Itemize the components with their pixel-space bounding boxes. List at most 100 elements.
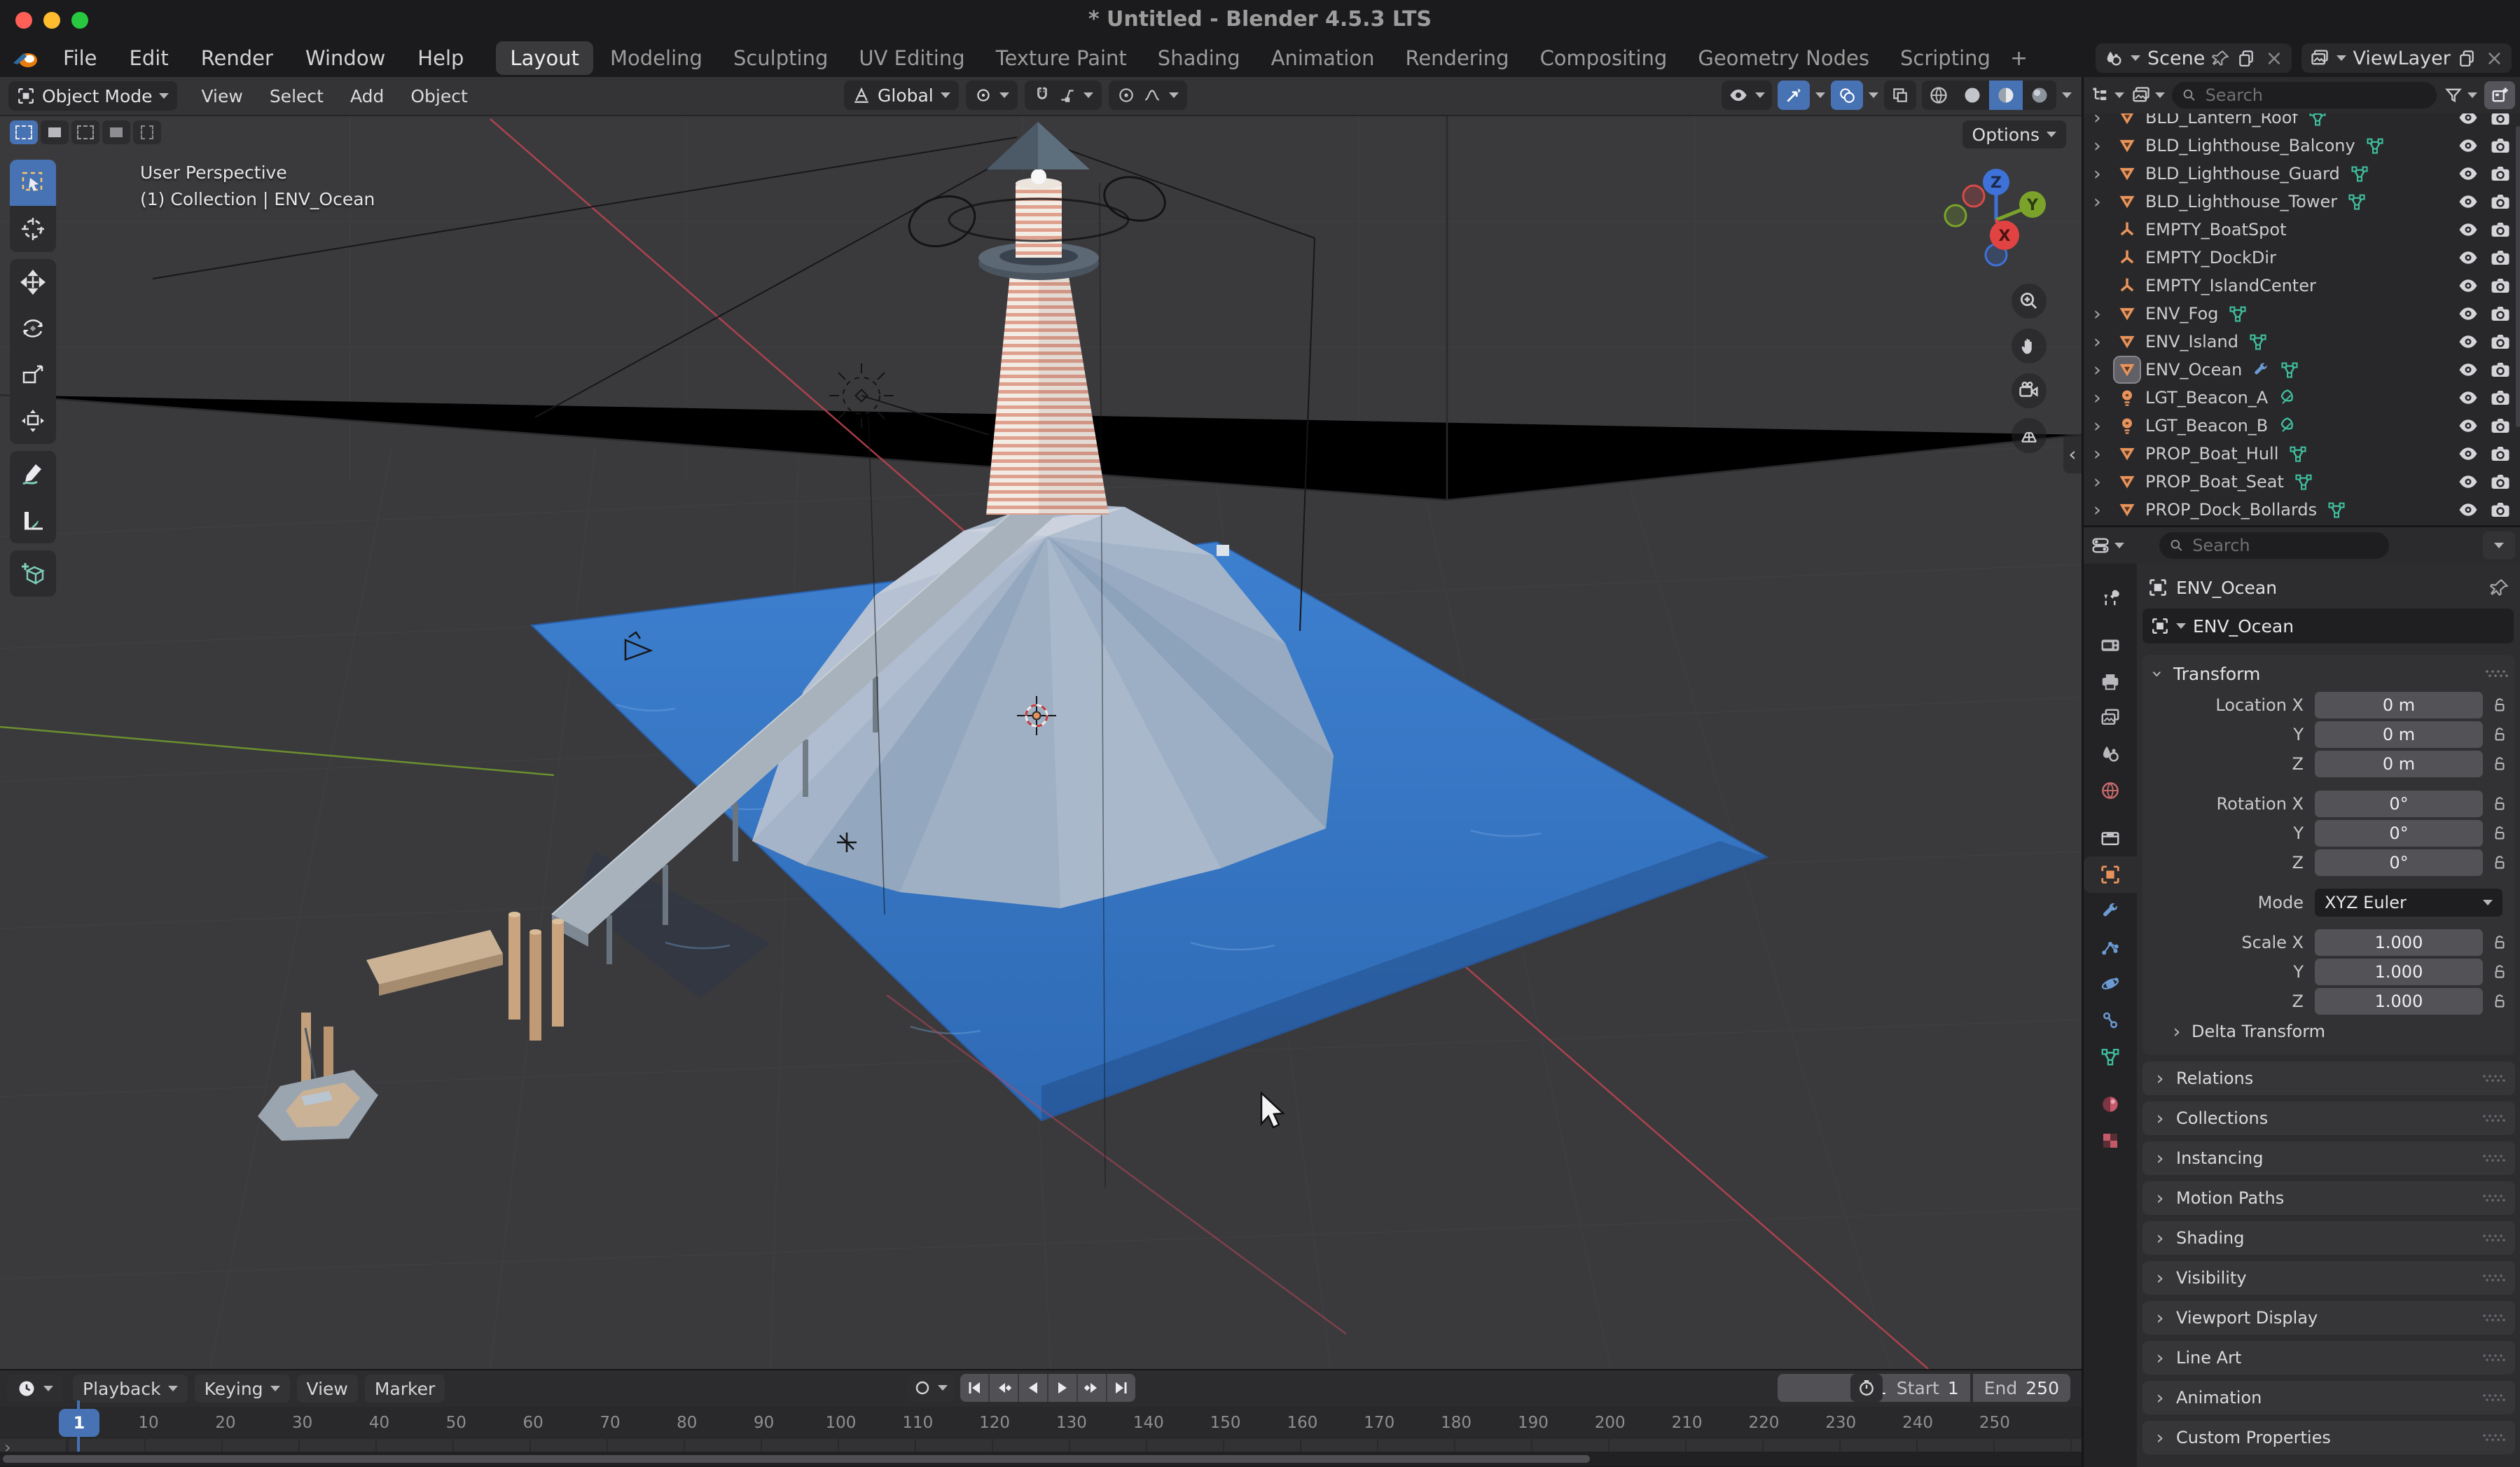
mesh-data-icon[interactable]	[2294, 472, 2313, 492]
timeline-ruler[interactable]: 1 10203040506070809010011012013014015016…	[0, 1407, 2082, 1439]
lock-icon[interactable]	[2483, 696, 2516, 714]
tool-select-box[interactable]	[10, 160, 56, 206]
workspace-tab[interactable]: Scripting	[1886, 41, 2005, 75]
object-type-icon[interactable]	[2114, 217, 2140, 242]
lock-icon[interactable]	[2483, 933, 2516, 952]
object-name[interactable]: BLD_Lighthouse_Guard	[2145, 164, 2340, 183]
value-field[interactable]: 1.000	[2315, 959, 2483, 985]
properties-panel-header[interactable]: › Visibility	[2142, 1261, 2515, 1295]
value-field[interactable]: 0°	[2315, 791, 2483, 817]
viewport-menu-item[interactable]: Select	[270, 86, 324, 106]
proportional-edit-controls[interactable]	[1109, 81, 1187, 110]
workspace-tab[interactable]: UV Editing	[845, 41, 978, 75]
tab-physics[interactable]	[2084, 966, 2137, 1002]
expand-chevron[interactable]: ›	[2093, 163, 2114, 185]
workspace-tab[interactable]: Shading	[1144, 41, 1254, 75]
jump-to-start-button[interactable]	[960, 1374, 988, 1402]
object-name[interactable]: BLD_Lighthouse_Balcony	[2145, 136, 2355, 155]
value-field[interactable]: 0 m	[2315, 721, 2483, 748]
value-field[interactable]: 0 m	[2315, 751, 2483, 777]
properties-panel-header[interactable]: › Animation	[2142, 1381, 2515, 1414]
disable-in-renders-camera-icon[interactable]	[2484, 135, 2516, 156]
start-frame-field[interactable]: Start 1	[1885, 1374, 1970, 1402]
object-type-icon[interactable]	[2114, 245, 2140, 270]
object-type-icon[interactable]	[2114, 113, 2140, 130]
hide-in-viewport-eye-icon[interactable]	[2452, 443, 2484, 464]
properties-panel-header[interactable]: › Collections	[2142, 1101, 2515, 1135]
object-name[interactable]: BLD_Lantern_Roof	[2145, 113, 2298, 127]
object-type-icon[interactable]	[2114, 385, 2140, 410]
object-name[interactable]: LGT_Beacon_A	[2145, 388, 2268, 408]
search-input[interactable]	[2204, 85, 2427, 106]
value-field[interactable]: 0°	[2315, 820, 2483, 847]
search-input[interactable]	[2191, 535, 2379, 556]
panel-grip-icon[interactable]	[2481, 1272, 2507, 1284]
tab-material[interactable]	[2084, 1086, 2137, 1122]
scene-selector[interactable]: Scene ×	[2096, 43, 2291, 73]
light-data-icon[interactable]	[2278, 388, 2297, 408]
workspace-tab[interactable]: Rendering	[1391, 41, 1523, 75]
object-type-icon[interactable]	[2114, 273, 2140, 298]
object-type-icon[interactable]	[2114, 133, 2140, 158]
mesh-data-icon[interactable]	[2347, 192, 2367, 211]
sidebar-toggle[interactable]: ‹	[2063, 434, 2082, 473]
axis-neg-y[interactable]	[1945, 205, 1966, 226]
small-cube-object[interactable]	[1217, 545, 1229, 556]
outliner-row[interactable]: EMPTY_DockDir	[2084, 244, 2520, 272]
object-name[interactable]: ENV_Island	[2145, 332, 2238, 352]
properties-panel-header[interactable]: › Relations	[2142, 1062, 2515, 1095]
mesh-data-icon[interactable]	[2365, 136, 2385, 155]
delta-transform-subpanel[interactable]: › Delta Transform	[2168, 1017, 2509, 1046]
expand-chevron[interactable]: ›	[2093, 191, 2114, 213]
tool-scale[interactable]	[10, 352, 56, 398]
object-name[interactable]: PROP_Boat_Seat	[2145, 472, 2284, 492]
object-name[interactable]: EMPTY_DockDir	[2145, 248, 2276, 267]
object-type-icon[interactable]	[2114, 441, 2140, 466]
scrollbar-handle[interactable]	[3, 1455, 1590, 1463]
workspace-tab[interactable]: Compositing	[1526, 41, 1682, 75]
timeline-menu-item[interactable]: Marker	[365, 1375, 445, 1403]
select-extend-mode-button[interactable]	[41, 120, 69, 144]
panel-grip-icon[interactable]	[2481, 1392, 2507, 1403]
panel-grip-icon[interactable]	[2481, 1232, 2507, 1244]
disable-in-renders-camera-icon[interactable]	[2484, 415, 2516, 436]
rotation-mode-dropdown[interactable]: XYZ Euler	[2315, 889, 2502, 917]
properties-panel-header[interactable]: › Custom Properties	[2142, 1421, 2515, 1454]
outliner-row[interactable]: › BLD_Lighthouse_Tower	[2084, 188, 2520, 216]
panel-grip-icon[interactable]	[2481, 1153, 2507, 1164]
object-name[interactable]: ENV_Ocean	[2145, 360, 2242, 380]
scene-canvas[interactable]	[0, 116, 2082, 1369]
timeline-menu-item[interactable]: View	[297, 1375, 358, 1403]
hide-in-viewport-eye-icon[interactable]	[2452, 387, 2484, 408]
gizmos-toggle[interactable]	[1778, 81, 1810, 110]
object-name[interactable]: BLD_Lighthouse_Tower	[2145, 192, 2337, 211]
timeline-track[interactable]	[0, 1439, 2082, 1452]
tool-transform[interactable]	[10, 398, 56, 444]
mode-selector[interactable]: Object Mode	[8, 81, 177, 111]
tab-render[interactable]	[2084, 627, 2137, 663]
pin-icon[interactable]	[2212, 49, 2230, 67]
outliner-row[interactable]: › BLD_Lighthouse_Guard	[2084, 160, 2520, 188]
panel-grip-icon[interactable]	[2481, 1113, 2507, 1124]
transform-panel-header[interactable]: › Transform	[2148, 658, 2509, 690]
hide-in-viewport-eye-icon[interactable]	[2452, 191, 2484, 212]
disable-in-renders-camera-icon[interactable]	[2484, 163, 2516, 184]
mesh-data-icon[interactable]	[2308, 113, 2327, 127]
properties-type-selector[interactable]	[2091, 536, 2124, 555]
select-intersect-mode-button[interactable]	[133, 120, 161, 144]
tool-add-cube[interactable]	[10, 550, 56, 597]
lock-icon[interactable]	[2483, 755, 2516, 773]
properties-options-button[interactable]	[2483, 531, 2515, 559]
tab-particles[interactable]	[2084, 929, 2137, 966]
expand-chevron[interactable]: ›	[2093, 415, 2114, 437]
end-frame-field[interactable]: End 250	[1973, 1374, 2070, 1402]
lock-icon[interactable]	[2483, 795, 2516, 813]
navigation-gizmo[interactable]: Z Y X	[1937, 161, 2056, 280]
panel-grip-icon[interactable]	[2484, 668, 2509, 679]
show-gizmo-dropdown[interactable]	[1722, 81, 1772, 110]
viewport-menu-item[interactable]: Object	[410, 86, 467, 106]
timeline-menu-item[interactable]: Keying	[195, 1375, 290, 1403]
tab-object[interactable]	[2084, 856, 2137, 893]
select-set-mode-button[interactable]	[10, 120, 38, 144]
hide-in-viewport-eye-icon[interactable]	[2452, 303, 2484, 324]
